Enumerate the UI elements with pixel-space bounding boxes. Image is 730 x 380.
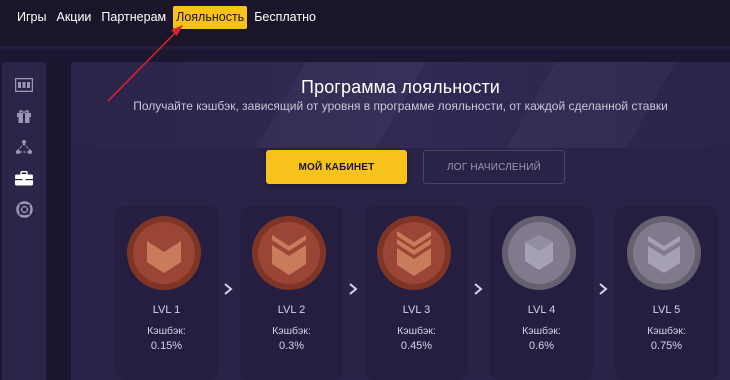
- slots-icon[interactable]: [13, 74, 35, 96]
- level-2-badge-icon: [252, 216, 326, 290]
- cashback-label: Кэшбэк:: [647, 325, 686, 337]
- top-navigation: Игры Акции Партнерам Лояльность Бесплатн…: [0, 0, 730, 46]
- cashback-label: Кэшбэк:: [522, 325, 561, 337]
- level-4-badge-icon: [502, 216, 576, 290]
- level-card-4: LVL 4 Кэшбэк: 0.6%: [490, 206, 593, 380]
- level-label: LVL 3: [402, 304, 431, 316]
- cashback-value: 0.75%: [650, 340, 683, 352]
- nav-item-loyalty[interactable]: Лояльность: [173, 6, 248, 29]
- level-3-badge-icon: [377, 216, 451, 290]
- sidebar: [2, 62, 46, 380]
- chevron-right-icon: [224, 283, 233, 295]
- chevron-right-icon: [349, 283, 358, 295]
- nav-divider: [0, 46, 730, 50]
- chevron-right-icon: [599, 283, 608, 295]
- accrual-log-button[interactable]: ЛОГ НАЧИСЛЕНИЙ: [423, 150, 565, 184]
- nav-item-games[interactable]: Игры: [14, 6, 49, 29]
- my-account-button[interactable]: МОЙ КАБИНЕТ: [266, 150, 407, 184]
- levels-list: LVL 1 Кэшбэк: 0.15% LVL 2 Кэшбэк: 0.3% L…: [71, 206, 730, 380]
- gift-icon[interactable]: [13, 105, 35, 127]
- nav-item-free[interactable]: Бесплатно: [251, 6, 319, 29]
- page-title: Программа лояльности: [301, 77, 500, 97]
- cashback-value: 0.3%: [278, 340, 305, 352]
- level-card-5: LVL 5 Кэшбэк: 0.75%: [615, 206, 718, 380]
- cashback-value: 0.6%: [528, 340, 555, 352]
- cashback-value: 0.45%: [400, 340, 433, 352]
- briefcase-icon[interactable]: [13, 167, 35, 189]
- page-subtitle: Получайте кэшбэк, зависящий от уровня в …: [133, 99, 668, 113]
- level-label: LVL 2: [277, 304, 306, 316]
- nav-item-partners[interactable]: Партнерам: [98, 6, 169, 29]
- level-label: LVL 5: [652, 304, 681, 316]
- nav-item-promotions[interactable]: Акции: [53, 6, 94, 29]
- cashback-value: 0.15%: [150, 340, 183, 352]
- level-1-badge-icon: [127, 216, 201, 290]
- cashback-label: Кэшбэк:: [272, 325, 311, 337]
- cashback-label: Кэшбэк:: [147, 325, 186, 337]
- loyalty-panel: Программа лояльности Получайте кэшбэк, з…: [71, 62, 730, 380]
- cashback-label: Кэшбэк:: [397, 325, 436, 337]
- level-card-2: LVL 2 Кэшбэк: 0.3%: [240, 206, 343, 380]
- chevron-right-icon: [474, 283, 483, 295]
- lifebuoy-icon[interactable]: [13, 198, 35, 220]
- level-5-badge-icon: [627, 216, 701, 290]
- network-icon[interactable]: [13, 136, 35, 158]
- level-card-1: LVL 1 Кэшбэк: 0.15%: [115, 206, 218, 380]
- level-label: LVL 4: [527, 304, 556, 316]
- level-card-3: LVL 3 Кэшбэк: 0.45%: [365, 206, 468, 380]
- level-label: LVL 1: [152, 304, 181, 316]
